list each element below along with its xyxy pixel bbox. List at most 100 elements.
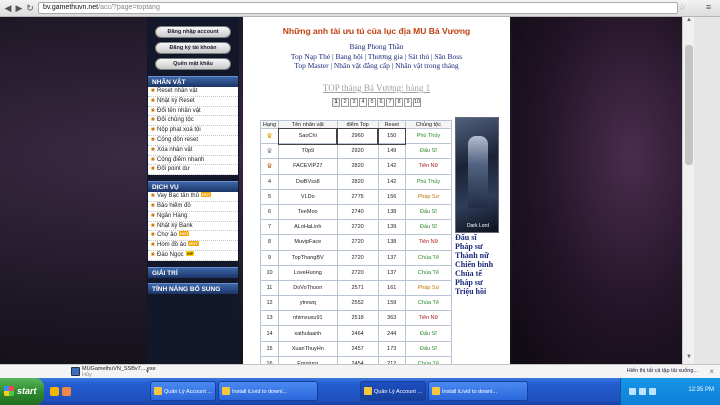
- login-button[interactable]: Đăng nhập account: [155, 26, 231, 38]
- character-name-cell[interactable]: xathulaanh: [278, 325, 338, 342]
- character-name-cell[interactable]: TeeMoo: [278, 203, 338, 221]
- character-name-cell[interactable]: DwBVss8: [278, 173, 338, 190]
- menu-item-pay-fine[interactable]: ■ Nộp phạt xoá tội: [148, 126, 238, 136]
- menu-item-stack-reset[interactable]: ■ Cộng dồn reset: [148, 136, 238, 146]
- page-scrollbar[interactable]: ▲ ▼: [682, 17, 694, 364]
- score-cell: 2960: [336, 127, 380, 145]
- class-link-thanh-nu[interactable]: Thánh nữ: [455, 251, 499, 260]
- tray-security-icon[interactable]: [649, 388, 656, 395]
- page-10[interactable]: 10: [413, 98, 421, 107]
- score-cell: 2920: [336, 143, 379, 160]
- page-7[interactable]: 7: [386, 98, 394, 107]
- page-9[interactable]: 9: [404, 98, 412, 107]
- taskbar-item-install-ilivid-2[interactable]: Install iLivid to downl...: [428, 381, 528, 401]
- link-thuong-gia[interactable]: Thương gia: [368, 52, 403, 61]
- class-link-chua-te[interactable]: Chúa tể: [455, 269, 499, 278]
- menu-item-label: Nộp phạt xoá tội: [157, 127, 201, 134]
- character-name-cell[interactable]: nhimxuxu91: [278, 310, 338, 327]
- character-name-cell[interactable]: TopThangBV: [278, 249, 338, 266]
- menu-nhan-vat: ■ Reset nhân vật ■ Nhật ký Reset ■ Đổi tên …: [148, 87, 238, 176]
- character-name-cell[interactable]: MuvipFace: [278, 234, 338, 251]
- class-link-chien-binh[interactable]: Chiến binh: [455, 260, 499, 269]
- menu-item-label: Nhật ký Bank: [157, 222, 193, 229]
- link-nhan-vat-trong-thang[interactable]: Nhân vật trong tháng: [395, 61, 459, 70]
- character-name-cell[interactable]: ytrewq: [278, 295, 338, 312]
- quicklaunch-browser-icon[interactable]: [62, 387, 71, 396]
- menu-item-item-insurance[interactable]: ■ Bảo hiểm đồ: [148, 202, 238, 212]
- character-name-cell[interactable]: VLDo: [278, 188, 338, 205]
- menu-item-delete-character[interactable]: ■ Xóa nhân vật: [148, 146, 238, 156]
- tray-network-icon[interactable]: [629, 388, 636, 395]
- bookmark-star-icon[interactable]: ☆: [678, 2, 686, 13]
- character-name-cell[interactable]: SaoChi: [277, 127, 339, 145]
- page-8[interactable]: 8: [395, 98, 403, 107]
- page-4[interactable]: 4: [359, 98, 367, 107]
- class-link-phap-su[interactable]: Pháp sư: [455, 242, 499, 251]
- close-icon[interactable]: ×: [709, 367, 714, 376]
- menu-item-bank-log[interactable]: ■ Nhật ký Bank: [148, 222, 238, 232]
- menu-item-change-race[interactable]: ■ Đổi chủng tộc: [148, 116, 238, 127]
- forward-icon[interactable]: ▶: [14, 3, 24, 13]
- link-bang-hoi[interactable]: Bang hội: [335, 52, 362, 61]
- character-name-cell[interactable]: LoveHuong: [278, 264, 338, 281]
- register-button[interactable]: Đăng ký tài khoản: [155, 42, 231, 54]
- menu-item-newbie-loan[interactable]: ■ Vay Bạc tân thủ HOT: [148, 192, 238, 202]
- menu-item-reset[interactable]: ■ Reset nhân vật: [148, 87, 238, 97]
- menu-item-virtual-market[interactable]: ■ Chợ ảo HOT: [148, 231, 238, 242]
- menu-item-label: Cộng dồn reset: [157, 136, 199, 143]
- menu-item-gem-mining[interactable]: ■ Đào Ngọc VIP: [148, 250, 238, 261]
- dark-lord-portrait: Dark Lord: [455, 117, 499, 233]
- reset-cell: 149: [377, 143, 406, 160]
- tray-volume-icon[interactable]: [639, 388, 646, 395]
- section-header-giai-tri[interactable]: GIẢI TRÍ: [148, 266, 238, 278]
- page-6[interactable]: 6: [377, 98, 385, 107]
- character-name-cell[interactable]: T0p9: [278, 143, 338, 160]
- show-all-downloads-link[interactable]: Hiển thị tất cả tập tải xuống...: [627, 368, 698, 374]
- link-san-boss[interactable]: Săn Boss: [434, 52, 462, 61]
- chevron-down-icon[interactable]: ▼: [145, 369, 150, 375]
- menu-item-label: Vay Bạc tân thủ: [157, 193, 199, 200]
- taskbar-item-quan-ly-account-2[interactable]: Quản Lý Account ...: [360, 381, 426, 401]
- link-sat-thu[interactable]: Sát thủ: [408, 52, 429, 61]
- page-3[interactable]: 3: [350, 98, 358, 107]
- address-bar[interactable]: bv.gamethuvn.net/acc/?page=toptang: [38, 2, 678, 14]
- class-link-phap-su-trieu-hoi[interactable]: Pháp sư Triệu hồi: [455, 278, 499, 296]
- taskbar-item-install-ilivid[interactable]: Install iLivid to downl...: [218, 381, 318, 401]
- menu-item-exchange-points[interactable]: ■ Đổi point dư: [148, 165, 238, 176]
- page-1[interactable]: 1: [332, 98, 340, 107]
- bang-phong-than-link[interactable]: Bảng Phong Thần: [243, 42, 510, 52]
- page-2[interactable]: 2: [341, 98, 349, 107]
- start-button[interactable]: start: [0, 378, 44, 405]
- table-row: 6 TeeMoo 2740 138 Đấu Sĩ: [260, 203, 453, 221]
- link-top-master[interactable]: Top Master: [294, 61, 328, 70]
- scroll-thumb[interactable]: [685, 45, 693, 165]
- score-cell: 2457: [336, 340, 379, 357]
- link-top-nap-the[interactable]: Top Nạp Thẻ: [291, 52, 330, 61]
- menu-item-label: Cộng điểm nhanh: [157, 156, 205, 163]
- character-name-cell[interactable]: ALoHaLinh: [278, 219, 338, 236]
- forgot-password-button[interactable]: Quên mật khẩu: [155, 58, 231, 70]
- menu-item-bank[interactable]: ■ Ngân Hàng: [148, 212, 238, 222]
- top-month-title: TOP tháng Bá Vương: bảng 1: [322, 83, 431, 93]
- menu-item-reset-log[interactable]: ■ Nhật ký Reset: [148, 97, 238, 107]
- menu-item-rename[interactable]: ■ Đổi tên nhân vật: [148, 107, 238, 117]
- crown-icon: ♛: [266, 162, 273, 170]
- download-item-1[interactable]: MUGamethuVN_SSBv7....exe Hủy ▼: [70, 366, 156, 378]
- race-cell: Phù Thủy: [404, 127, 453, 145]
- reload-icon[interactable]: ↻: [25, 3, 35, 13]
- character-name-cell[interactable]: DoVoThuon: [278, 279, 338, 297]
- download-item-2[interactable]: [170, 366, 182, 378]
- character-name-cell[interactable]: FACEVIP27: [278, 158, 338, 175]
- menu-item-virtual-chest[interactable]: ■ Hòm đồ ảo HOT: [148, 241, 238, 251]
- menu-item-quick-points[interactable]: ■ Cộng điểm nhanh: [148, 156, 238, 166]
- page-5[interactable]: 5: [368, 98, 376, 107]
- menu-icon[interactable]: ≡: [703, 2, 714, 13]
- class-link-dau-si[interactable]: Đấu sĩ: [455, 233, 499, 242]
- quicklaunch-folder-icon[interactable]: [50, 387, 59, 396]
- section-header-tinh-nang[interactable]: TÍNH NĂNG BỔ SUNG: [148, 282, 238, 294]
- taskbar-item-quan-ly-account[interactable]: Quản Lý Account ...: [150, 381, 216, 401]
- character-name-cell[interactable]: XuanThuyHn: [278, 340, 338, 357]
- link-nhan-vat-dang-cap[interactable]: Nhân vật đẳng cấp: [334, 61, 390, 70]
- back-icon[interactable]: ◀: [3, 3, 13, 13]
- links-row-2: Top Master | Nhân vật đẳng cấp | Nhân vậ…: [243, 61, 510, 71]
